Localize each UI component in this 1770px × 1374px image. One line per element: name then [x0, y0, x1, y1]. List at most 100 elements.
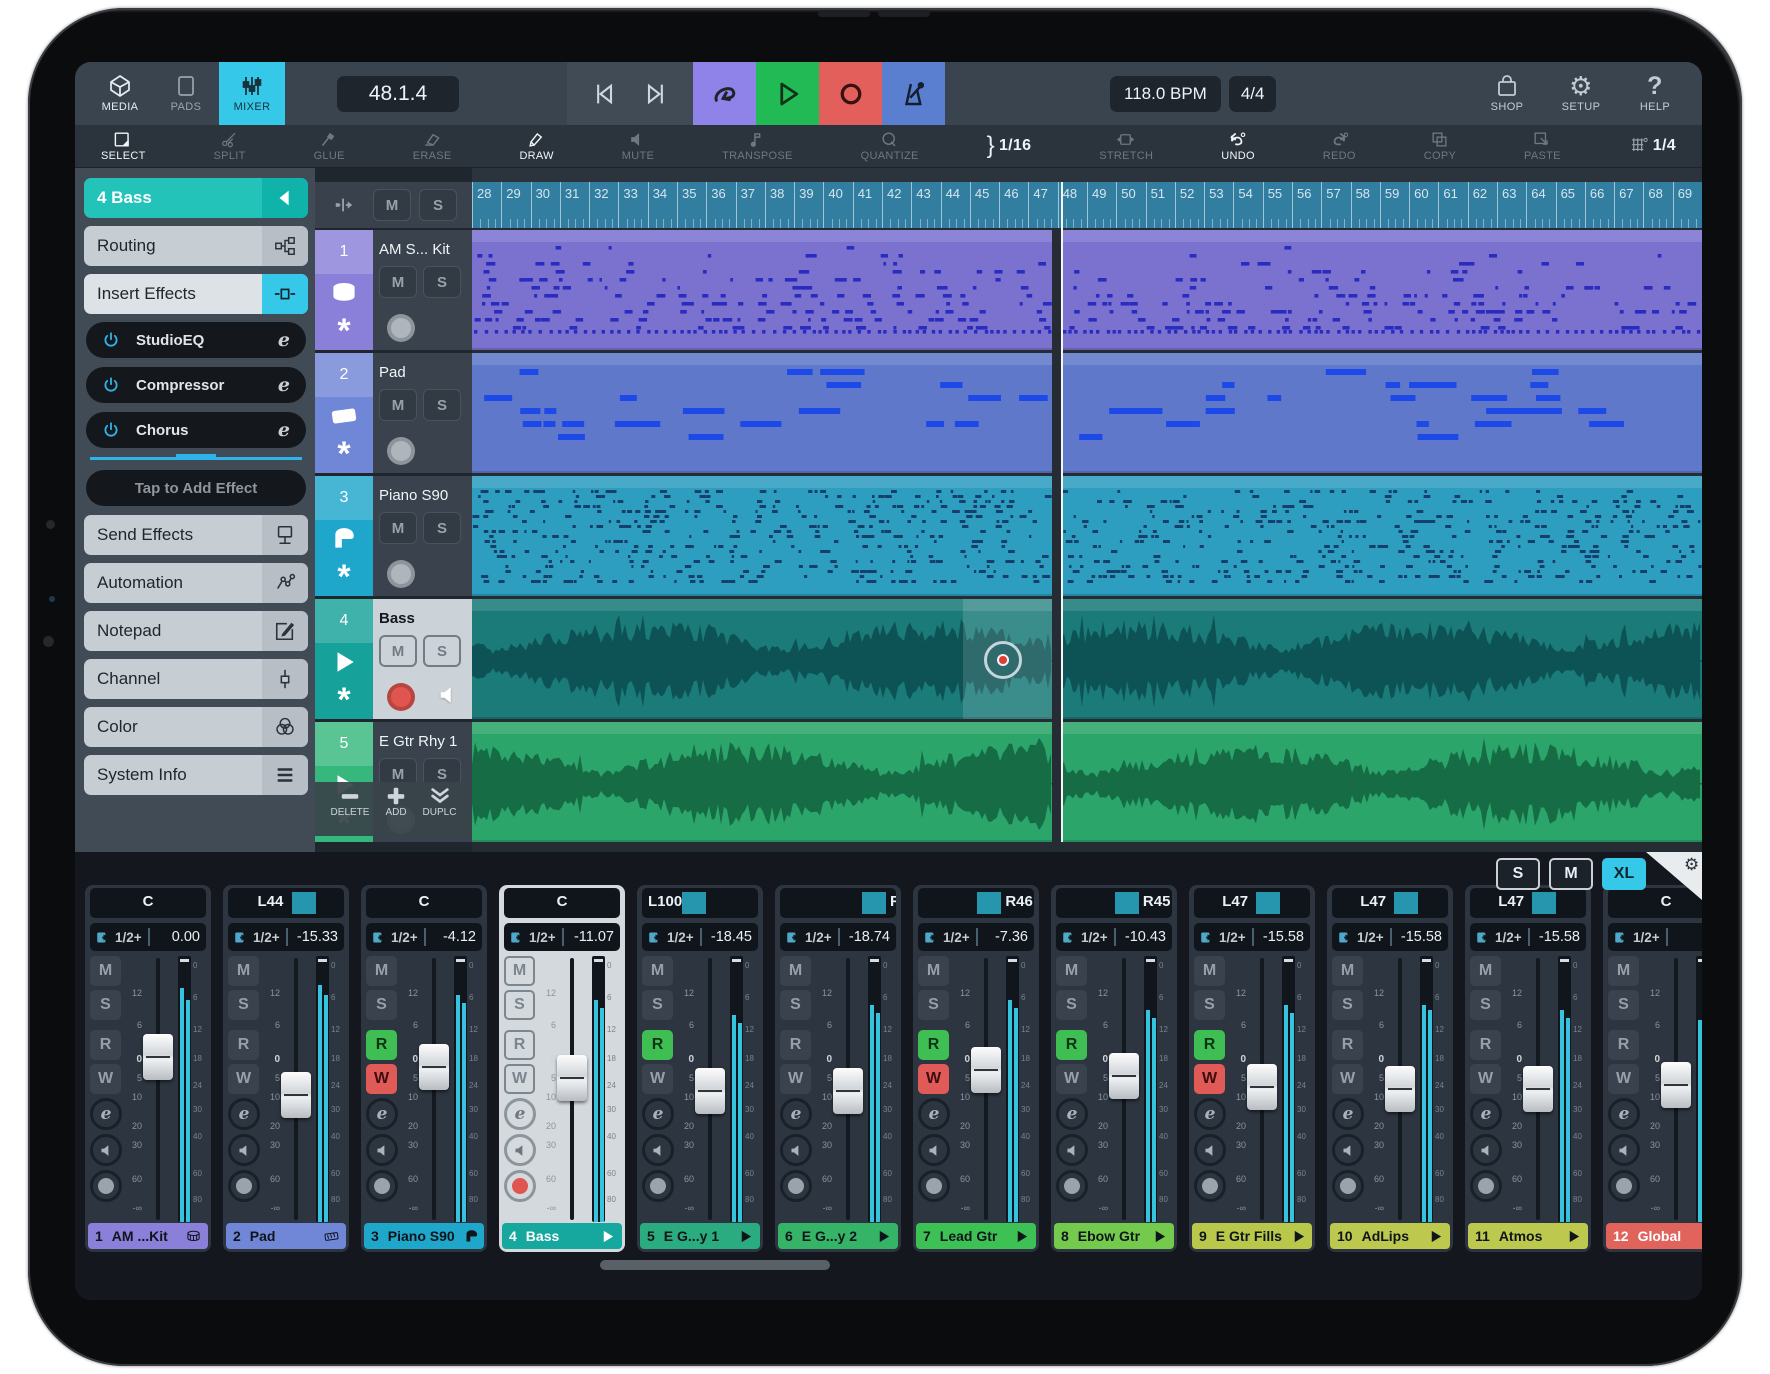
- channel-edit-button[interactable]: e: [504, 1098, 536, 1130]
- channel-mute-button[interactable]: M: [642, 956, 673, 986]
- channel-monitor-button[interactable]: [504, 1134, 536, 1166]
- channel-read-button[interactable]: R: [918, 1030, 949, 1060]
- track-lane-1[interactable]: [472, 230, 1702, 350]
- tool-undo[interactable]: UNDO: [1221, 131, 1255, 162]
- channel-record-button[interactable]: [1608, 1170, 1640, 1202]
- freeze-icon[interactable]: *: [315, 681, 373, 719]
- fader-handle[interactable]: [1523, 1066, 1553, 1112]
- channel-read-button[interactable]: R: [504, 1030, 535, 1060]
- channel-mute-button[interactable]: M: [1332, 956, 1363, 986]
- audio-clip[interactable]: [1061, 599, 1702, 719]
- channel-monitor-button[interactable]: [1194, 1134, 1226, 1166]
- channel-name-bar[interactable]: 5E G...y 1: [640, 1223, 760, 1249]
- pan-control[interactable]: L47: [1332, 888, 1448, 918]
- track-mute-button[interactable]: M: [379, 266, 417, 298]
- mixer-scrollbar[interactable]: [600, 1260, 830, 1270]
- pan-control[interactable]: L100: [642, 888, 758, 918]
- tool-draw[interactable]: DRAW: [519, 131, 553, 162]
- position-display[interactable]: 48.1.4: [337, 76, 459, 112]
- tool-transpose[interactable]: TRANSPOSE: [722, 131, 793, 162]
- fader-handle[interactable]: [1247, 1064, 1277, 1110]
- pan-control[interactable]: L44: [228, 888, 344, 918]
- output-db-display[interactable]: 1/2+-10.43: [1056, 923, 1172, 951]
- delete-track-button[interactable]: DELETE: [331, 782, 370, 818]
- channel-edit-button[interactable]: e: [1608, 1098, 1640, 1130]
- global-mute-button[interactable]: M: [373, 189, 411, 221]
- record-button[interactable]: [819, 62, 882, 125]
- channel-solo-button[interactable]: S: [90, 990, 121, 1020]
- tool-stretch[interactable]: STRETCH: [1099, 131, 1153, 162]
- channel-read-button[interactable]: R: [642, 1030, 673, 1060]
- channel-name-bar[interactable]: 11Atmos: [1468, 1223, 1588, 1249]
- channel-write-button[interactable]: W: [642, 1064, 673, 1094]
- track-row-1[interactable]: 1*AM S... KitMS: [315, 230, 472, 350]
- tool-copy[interactable]: COPY: [1424, 131, 1456, 162]
- fader-handle[interactable]: [419, 1044, 449, 1090]
- fader-handle[interactable]: [557, 1055, 587, 1101]
- channel-monitor-button[interactable]: [228, 1134, 260, 1166]
- channel-record-button[interactable]: [642, 1170, 674, 1202]
- mixer-channel-7[interactable]: R461/2+-7.36MSRWe1260510203060-∞06121824…: [913, 885, 1039, 1252]
- pan-control[interactable]: C: [366, 888, 482, 918]
- sidebar-item-routing[interactable]: Routing: [84, 226, 308, 266]
- pan-control[interactable]: R45: [1056, 888, 1172, 918]
- channel-monitor-button[interactable]: [780, 1134, 812, 1166]
- mixer-settings-handle[interactable]: ⚙: [1646, 852, 1702, 900]
- output-db-display[interactable]: 1/2+0.00: [90, 923, 206, 951]
- output-db-display[interactable]: 1/2+-4.12: [366, 923, 482, 951]
- rewind-button[interactable]: [590, 80, 618, 108]
- insert-effect-slot-1[interactable]: StudioEQ e: [86, 322, 306, 358]
- channel-edit-button[interactable]: e: [642, 1098, 674, 1130]
- channel-solo-button[interactable]: S: [1194, 990, 1225, 1020]
- fader-handle[interactable]: [1109, 1053, 1139, 1099]
- channel-write-button[interactable]: W: [228, 1064, 259, 1094]
- channel-monitor-button[interactable]: [1470, 1134, 1502, 1166]
- insert-effect-slot-3[interactable]: Chorus e: [86, 412, 306, 448]
- selected-track-button[interactable]: 4 Bass: [84, 178, 308, 218]
- channel-read-button[interactable]: R: [780, 1030, 811, 1060]
- help-button[interactable]: ? HELP: [1618, 62, 1692, 125]
- sidebar-item-notepad[interactable]: Notepad: [84, 611, 308, 651]
- channel-mute-button[interactable]: M: [228, 956, 259, 986]
- channel-name-bar[interactable]: 10AdLips: [1330, 1223, 1450, 1249]
- mixer-view-xl-button[interactable]: XL: [1602, 858, 1646, 890]
- track-solo-button[interactable]: S: [423, 635, 461, 667]
- mixer-button[interactable]: MIXER: [219, 62, 285, 125]
- sidebar-item-send-effects[interactable]: Send Effects: [84, 515, 308, 555]
- freeze-icon[interactable]: *: [315, 435, 373, 473]
- channel-name-bar[interactable]: 9E Gtr Fills: [1192, 1223, 1312, 1249]
- channel-solo-button[interactable]: S: [504, 990, 535, 1020]
- play-button[interactable]: [756, 62, 819, 125]
- bpm-display[interactable]: 118.0 BPM: [1110, 76, 1221, 112]
- channel-edit-button[interactable]: e: [366, 1098, 398, 1130]
- channel-monitor-button[interactable]: [366, 1134, 398, 1166]
- output-db-display[interactable]: 1/2+-11.07: [504, 923, 620, 951]
- midi-clip[interactable]: [1061, 230, 1702, 350]
- channel-record-button[interactable]: [1332, 1170, 1364, 1202]
- channel-name-bar[interactable]: 4Bass: [502, 1223, 622, 1249]
- channel-solo-button[interactable]: S: [1470, 990, 1501, 1020]
- channel-write-button[interactable]: W: [504, 1064, 535, 1094]
- insert-effect-slot-2[interactable]: Compressor e: [86, 367, 306, 403]
- audio-clip[interactable]: [1061, 722, 1702, 842]
- tool-split[interactable]: SPLIT: [214, 131, 246, 162]
- channel-solo-button[interactable]: S: [1332, 990, 1363, 1020]
- channel-solo-button[interactable]: S: [1056, 990, 1087, 1020]
- tool-paste[interactable]: PASTE: [1524, 131, 1561, 162]
- pan-control[interactable]: R46: [918, 888, 1034, 918]
- channel-read-button[interactable]: R: [1056, 1030, 1087, 1060]
- audio-clip[interactable]: [472, 599, 1052, 719]
- channel-write-button[interactable]: W: [780, 1064, 811, 1094]
- channel-read-button[interactable]: R: [228, 1030, 259, 1060]
- pan-control[interactable]: L47: [1470, 888, 1586, 918]
- timeline-ruler[interactable]: 2829303132333435363738394041424344454647…: [472, 182, 1702, 228]
- add-track-button[interactable]: ADD: [385, 782, 407, 818]
- sidebar-item-system-info[interactable]: System Info: [84, 755, 308, 795]
- track-row-2[interactable]: 2*PadMS: [315, 353, 472, 473]
- channel-name-bar[interactable]: 2Pad: [226, 1223, 346, 1249]
- tool-select[interactable]: SELECT: [101, 131, 146, 162]
- mixer-channel-3[interactable]: C1/2+-4.12MSRWe1260510203060-∞0612182430…: [361, 885, 487, 1252]
- arrange-view[interactable]: 2829303132333435363738394041424344454647…: [472, 168, 1702, 852]
- channel-name-bar[interactable]: 1AM ...Kit: [88, 1223, 208, 1249]
- fader-handle[interactable]: [281, 1072, 311, 1118]
